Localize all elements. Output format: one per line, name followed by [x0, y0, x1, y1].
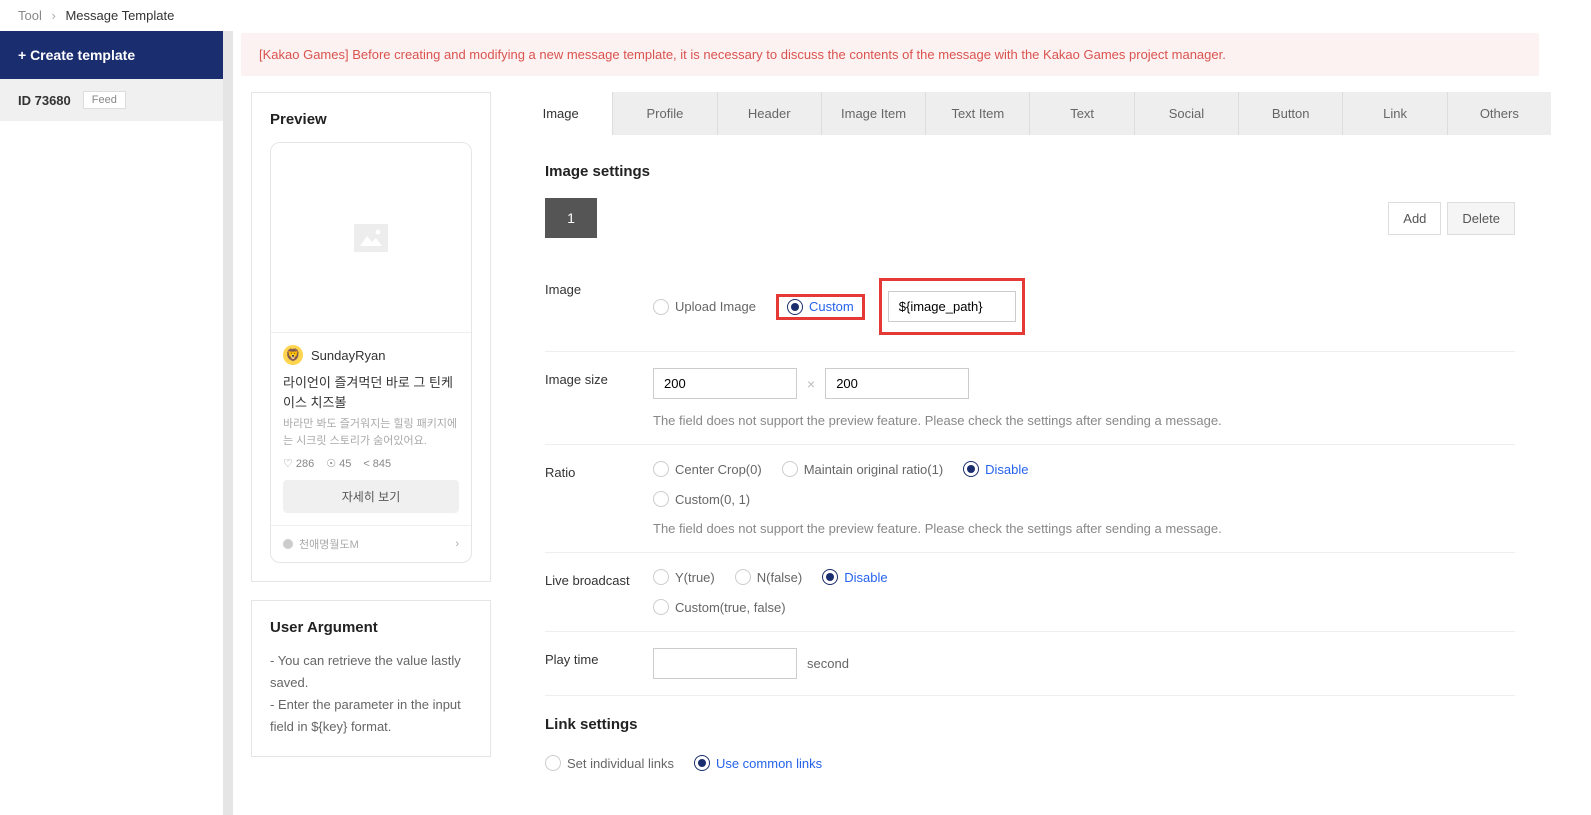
- radio-live-custom[interactable]: Custom(true, false): [653, 599, 786, 615]
- user-argument-panel: User Argument - You can retrieve the val…: [251, 600, 491, 757]
- chevron-right-icon: ›: [455, 538, 459, 550]
- radio-icon: [653, 569, 669, 585]
- label-image-size: Image size: [545, 368, 653, 428]
- radio-icon: [963, 461, 979, 477]
- label-live: Live broadcast: [545, 569, 653, 615]
- radio-ratio-disable[interactable]: Disable: [963, 461, 1028, 477]
- link-settings-title: Link settings: [545, 716, 1515, 733]
- comments-stat: ☉ 45: [326, 457, 351, 470]
- radio-upload-image[interactable]: Upload Image: [653, 299, 756, 315]
- radio-icon: [545, 755, 561, 771]
- radio-icon: [653, 599, 669, 615]
- preview-card: 🦁 SundayRyan 라이언이 즐겨먹던 바로 그 틴케이스 치즈볼 바라만…: [270, 142, 472, 563]
- template-id-label: ID 73680: [18, 93, 71, 108]
- image-height-input[interactable]: [825, 368, 969, 399]
- radio-individual-links[interactable]: Set individual links: [545, 755, 674, 771]
- user-argument-title: User Argument: [270, 619, 472, 636]
- image-index-1[interactable]: 1: [545, 198, 597, 238]
- label-ratio: Ratio: [545, 461, 653, 536]
- helper-image-size: The field does not support the preview f…: [653, 413, 1515, 428]
- preview-stats: ♡ 286 ☉ 45 < 845: [283, 457, 459, 470]
- radio-live-disable[interactable]: Disable: [822, 569, 887, 585]
- radio-ratio-custom[interactable]: Custom(0, 1): [653, 491, 750, 507]
- user-argument-line1: - You can retrieve the value lastly save…: [270, 650, 472, 694]
- create-template-button[interactable]: + Create template: [0, 31, 223, 79]
- preview-headline: 라이언이 즐겨먹던 바로 그 틴케이스 치즈볼: [283, 373, 459, 412]
- preview-image-placeholder: [271, 143, 471, 333]
- add-button[interactable]: Add: [1388, 202, 1441, 235]
- preview-subtext: 바라만 봐도 즐거워지는 힐링 패키지에는 시크릿 스토리가 숨어있어요.: [283, 416, 459, 449]
- radio-maintain-ratio[interactable]: Maintain original ratio(1): [782, 461, 943, 477]
- radio-live-y[interactable]: Y(true): [653, 569, 715, 585]
- radio-icon: [653, 461, 669, 477]
- sidebar: + Create template ID 73680 Feed: [0, 31, 223, 815]
- likes-stat: ♡ 286: [283, 457, 314, 470]
- image-width-input[interactable]: [653, 368, 797, 399]
- preview-author-name: SundayRyan: [311, 348, 385, 363]
- radio-custom-image[interactable]: Custom: [787, 299, 854, 315]
- highlight-image-path: [879, 278, 1025, 335]
- radio-live-n[interactable]: N(false): [735, 569, 803, 585]
- feed-badge: Feed: [83, 91, 126, 109]
- radio-icon: [653, 491, 669, 507]
- preview-detail-button[interactable]: 자세히 보기: [283, 480, 459, 513]
- highlight-custom: Custom: [776, 294, 865, 320]
- breadcrumb-current: Message Template: [65, 8, 174, 23]
- scrollbar[interactable]: [223, 31, 233, 815]
- radio-center-crop[interactable]: Center Crop(0): [653, 461, 762, 477]
- preview-author: 🦁 SundayRyan: [283, 345, 459, 365]
- dot-icon: [283, 539, 293, 549]
- play-time-unit: second: [807, 656, 849, 671]
- radio-icon: [653, 299, 669, 315]
- alert-banner: [Kakao Games] Before creating and modify…: [241, 33, 1539, 76]
- radio-icon: [735, 569, 751, 585]
- breadcrumb-root[interactable]: Tool: [18, 8, 42, 23]
- helper-ratio: The field does not support the preview f…: [653, 521, 1515, 536]
- shares-stat: < 845: [363, 457, 391, 470]
- image-settings-title: Image settings: [545, 163, 1515, 180]
- preview-title: Preview: [270, 111, 472, 128]
- preview-footer[interactable]: 천애명월도M ›: [271, 525, 471, 562]
- template-id-row[interactable]: ID 73680 Feed: [0, 79, 223, 121]
- label-play-time: Play time: [545, 648, 653, 679]
- preview-panel: Preview 🦁 SundayRyan 라이언이 즐겨먹던 바로 그 틴케이스…: [251, 92, 491, 582]
- form-area: Image settings 1 Add Delete Image: [509, 135, 1551, 815]
- chevron-right-icon: ›: [51, 8, 55, 23]
- times-icon: ×: [807, 376, 815, 392]
- delete-button[interactable]: Delete: [1447, 202, 1515, 235]
- label-image: Image: [545, 278, 653, 335]
- radio-icon: [782, 461, 798, 477]
- avatar-icon: 🦁: [283, 345, 303, 365]
- radio-icon: [822, 569, 838, 585]
- radio-common-links[interactable]: Use common links: [694, 755, 822, 771]
- image-path-input[interactable]: [888, 291, 1016, 322]
- user-argument-line2: - Enter the parameter in the input field…: [270, 694, 472, 738]
- image-icon: [354, 224, 388, 252]
- breadcrumb: Tool › Message Template: [0, 0, 1591, 31]
- play-time-input[interactable]: [653, 648, 797, 679]
- radio-icon: [694, 755, 710, 771]
- radio-icon: [787, 299, 803, 315]
